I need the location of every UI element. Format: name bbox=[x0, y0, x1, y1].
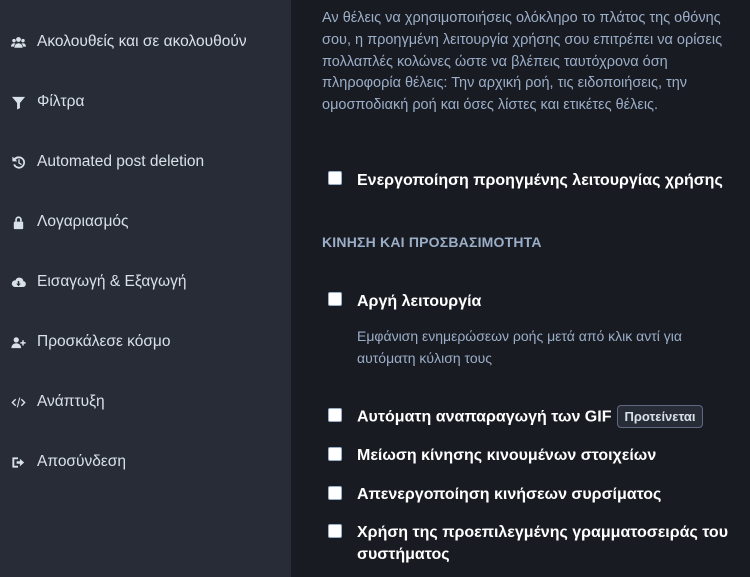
users-icon bbox=[10, 34, 27, 51]
sidebar-item-development[interactable]: Ανάπτυξη bbox=[10, 390, 105, 414]
slow-mode-label[interactable]: Αργή λειτουργία bbox=[357, 291, 481, 313]
cloud-download-icon bbox=[10, 274, 27, 291]
sidebar-item-label: Φίλτρα bbox=[37, 93, 85, 110]
autoplay-gif-row: Αυτόματη αναπαραγωγή των GIF Προτείνεται bbox=[357, 405, 703, 429]
slow-mode-hint: Εμφάνιση ενημερώσεων ροής μετά από κλικ … bbox=[357, 328, 682, 366]
sidebar-item-label: Λογαριασμός bbox=[37, 213, 129, 230]
reduce-motion-checkbox[interactable] bbox=[328, 447, 342, 461]
sidebar-item-account[interactable]: Λογαριασμός bbox=[10, 210, 129, 234]
system-font-checkbox[interactable] bbox=[328, 524, 342, 538]
sidebar-item-label: Ακολουθείς και σε ακολουθούν bbox=[37, 33, 247, 50]
autoplay-gif-checkbox[interactable] bbox=[328, 408, 342, 422]
sidebar-item-invite-people[interactable]: Προσκάλεσε κόσμο bbox=[10, 330, 170, 354]
sidebar-item-label: Ανάπτυξη bbox=[37, 393, 105, 410]
sidebar-item-follows[interactable]: Ακολουθείς και σε ακολουθούν bbox=[10, 30, 247, 54]
reduce-motion-label[interactable]: Μείωση κίνησης κινουμένων στοιχείων bbox=[357, 445, 656, 467]
sidebar-item-logout[interactable]: Αποσύνδεση bbox=[10, 450, 126, 474]
disable-swipe-checkbox[interactable] bbox=[328, 486, 342, 500]
recommended-badge: Προτείνεται bbox=[617, 405, 703, 428]
sidebar-item-label: Automated post deletion bbox=[37, 153, 205, 170]
user-plus-icon bbox=[10, 334, 27, 351]
advanced-mode-label[interactable]: Ενεργοποίηση προηγμένης λειτουργίας χρήσ… bbox=[357, 170, 723, 192]
filter-icon bbox=[10, 94, 27, 111]
sidebar-item-label: Εισαγωγή & Εξαγωγή bbox=[37, 273, 187, 290]
sidebar-item-label: Προσκάλεσε κόσμο bbox=[37, 333, 171, 350]
lock-icon bbox=[10, 214, 27, 231]
autoplay-gif-label[interactable]: Αυτόματη αναπαραγωγή των GIF bbox=[357, 409, 611, 426]
sidebar-item-label: Αποσύνδεση bbox=[37, 453, 126, 470]
system-font-label[interactable]: Χρήση της προεπιλεγμένης γραμματοσειράς … bbox=[357, 522, 732, 566]
section-heading-motion-accessibility: ΚΙΝΗΣΗ ΚΑΙ ΠΡΟΣΒΑΣΙΜΟΤΗΤΑ bbox=[322, 234, 542, 250]
sidebar-item-filters[interactable]: Φίλτρα bbox=[10, 90, 84, 114]
settings-sidebar: Ακολουθείς και σε ακολουθούν Φίλτρα Auto… bbox=[0, 0, 291, 577]
slow-mode-checkbox[interactable] bbox=[328, 292, 342, 306]
disable-swipe-label[interactable]: Απενεργοποίηση κινήσεων συρσίματος bbox=[357, 484, 661, 506]
settings-main-panel: Αν θέλεις να χρησιμοποιήσεις ολόκληρο το… bbox=[291, 0, 750, 577]
advanced-mode-description: Αν θέλεις να χρησιμοποιήσεις ολόκληρο το… bbox=[322, 10, 723, 114]
sidebar-item-import-export[interactable]: Εισαγωγή & Εξαγωγή bbox=[10, 270, 187, 294]
sign-out-icon bbox=[10, 454, 27, 471]
sidebar-item-automated-post-deletion[interactable]: Automated post deletion bbox=[10, 150, 204, 174]
advanced-mode-checkbox[interactable] bbox=[328, 171, 342, 185]
history-icon bbox=[10, 154, 27, 171]
code-icon bbox=[10, 394, 27, 411]
